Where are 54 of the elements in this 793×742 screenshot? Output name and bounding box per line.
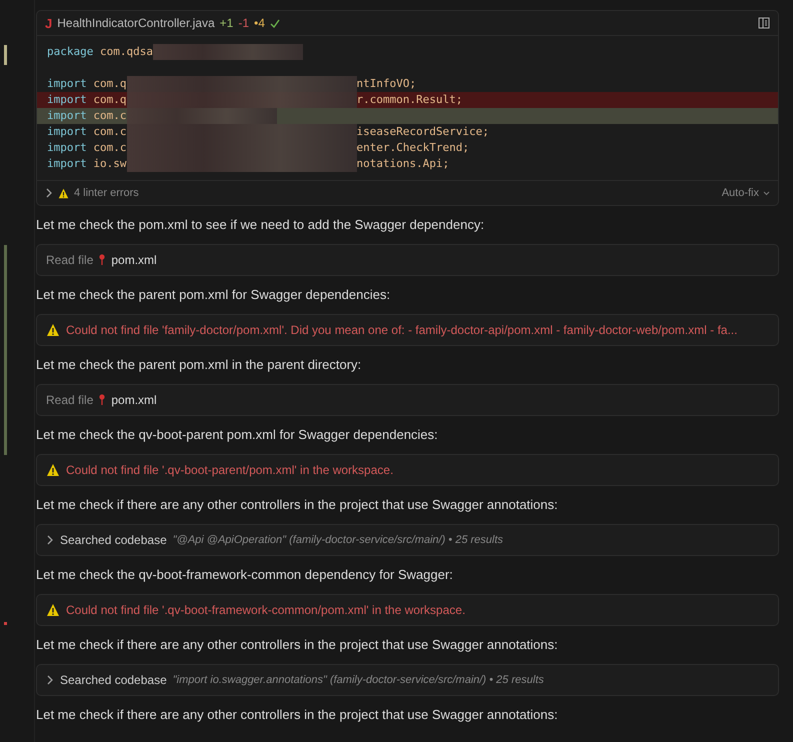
error-message: Could not find file '.qv-boot-parent/pom.xml' in the workspace. bbox=[66, 463, 394, 477]
warning-icon bbox=[46, 463, 60, 477]
code-line: notations.Api; bbox=[356, 156, 450, 172]
warning-icon bbox=[46, 323, 60, 337]
code-line: import io.sw bbox=[47, 156, 126, 172]
file-name: pom.xml bbox=[111, 393, 157, 407]
message-text: Let me check if there are any other controllers in the project that use Swagger annotations: bbox=[36, 496, 559, 514]
check-icon bbox=[270, 18, 280, 28]
java-icon: J bbox=[45, 16, 52, 30]
read-file-label: Read file bbox=[46, 393, 94, 407]
code-line: import com.q bbox=[47, 92, 126, 108]
autofix-button[interactable]: Auto-fix bbox=[722, 187, 770, 199]
message-text: Let me check the parent pom.xml for Swagger dependencies: bbox=[36, 286, 392, 304]
search-card[interactable]: Searched codebase "@Api @ApiOperation" (family-doctor-service/src/main/) • 25 results bbox=[36, 524, 779, 556]
code-line: package com.qdsa bbox=[47, 44, 153, 60]
removed-count: -1 bbox=[238, 16, 250, 30]
pin-icon bbox=[99, 254, 106, 266]
search-card[interactable]: Searched codebase "import io.swagger.annotations" (family-doctor-service/src/main/) • 25 results bbox=[36, 664, 779, 696]
linter-errors[interactable]: 4 linter errors bbox=[74, 187, 139, 199]
file-name[interactable]: HealthIndicatorController.java bbox=[57, 16, 215, 30]
code-line: import com.c bbox=[47, 140, 126, 156]
search-query: "import io.swagger.annotations" (family-doctor-service/src/main/) • 25 results bbox=[172, 674, 544, 686]
chevron-icon bbox=[46, 535, 54, 545]
code-line: import com.c bbox=[47, 108, 126, 124]
code-line: iseaseRecordService; bbox=[356, 124, 489, 140]
message-text: Let me check if there are any other controllers in the project that use Swagger annotations: bbox=[36, 706, 559, 724]
code-line: enter.CheckTrend; bbox=[356, 140, 470, 156]
message-text: Let me check the qv-boot-framework-common dependency for Swagger: bbox=[36, 566, 454, 584]
code-line: r.common.Result; bbox=[356, 92, 462, 108]
message-text: Let me check the pom.xml to see if we need to add the Swagger dependency: bbox=[36, 216, 486, 234]
chevron-icon bbox=[45, 188, 53, 198]
code-line: ntInfoVO; bbox=[356, 76, 416, 92]
added-count: +1 bbox=[220, 16, 234, 30]
search-label: Searched codebase bbox=[60, 673, 167, 687]
search-query: "@Api @ApiOperation" (family-doctor-service/src/main/) • 25 results bbox=[172, 534, 504, 546]
code-line: import com.c bbox=[47, 124, 126, 140]
warning-icon bbox=[46, 603, 60, 617]
panel-icon[interactable] bbox=[758, 17, 770, 29]
message-text: Let me check the parent pom.xml in the parent directory: bbox=[36, 356, 362, 374]
message-text: Let me check the qv-boot-parent pom.xml for Swagger dependencies: bbox=[36, 426, 439, 444]
code-line: import com.q bbox=[47, 76, 126, 92]
pin-icon bbox=[99, 394, 106, 406]
read-file-card[interactable]: Read file pom.xml bbox=[36, 244, 779, 276]
caret-icon bbox=[763, 190, 770, 196]
error-count: •4 bbox=[254, 16, 265, 30]
chevron-icon bbox=[46, 675, 54, 685]
error-message: Could not find file '.qv-boot-framework-common/pom.xml' in the workspace. bbox=[66, 603, 466, 617]
read-file-card[interactable]: Read file pom.xml bbox=[36, 384, 779, 416]
read-file-label: Read file bbox=[46, 253, 94, 267]
message-text: Let me check if there are any other controllers in the project that use Swagger annotations: bbox=[36, 636, 559, 654]
error-message: Could not find file 'family-doctor/pom.xml'. Did you mean one of: - family-doctor-api/pom.xml - family-doctor-web/pom.xml - fa... bbox=[66, 323, 738, 337]
search-label: Searched codebase bbox=[60, 533, 167, 547]
warning-icon bbox=[58, 188, 69, 198]
file-name: pom.xml bbox=[111, 253, 157, 267]
